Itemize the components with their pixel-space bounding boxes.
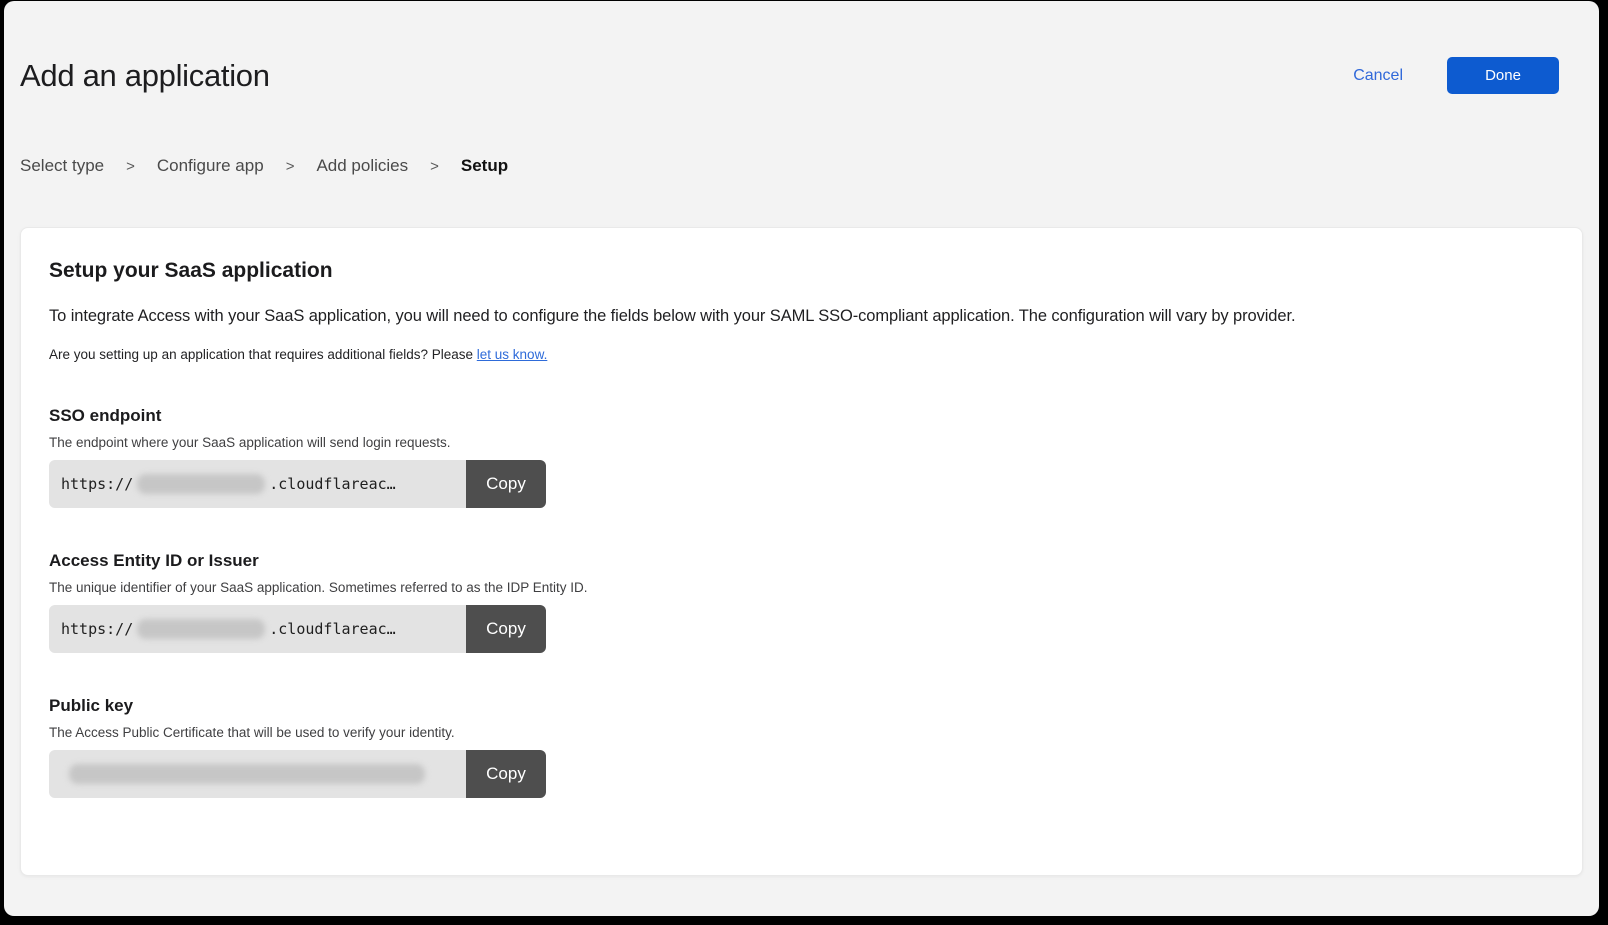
card-heading: Setup your SaaS application [49,259,1554,283]
public-key-value-row: Copy [49,750,546,798]
field-group-entity-id: Access Entity ID or Issuer The unique id… [49,551,1554,653]
sso-endpoint-copy-button[interactable]: Copy [466,460,546,508]
breadcrumb-separator: > [126,158,135,175]
setup-card: Setup your SaaS application To integrate… [20,227,1583,876]
sso-endpoint-value-row: https:// .cloudflareac… Copy [49,460,546,508]
breadcrumb-step-configure-app[interactable]: Configure app [157,156,264,176]
cancel-button[interactable]: Cancel [1353,67,1403,85]
sso-endpoint-value-prefix: https:// [61,475,133,493]
page-title: Add an application [20,58,270,94]
entity-id-copy-button[interactable]: Copy [466,605,546,653]
breadcrumb: Select type > Configure app > Add polici… [4,156,1599,176]
sso-endpoint-value-suffix: .cloudflareac… [269,475,395,493]
page-header: Add an application Cancel Done [4,1,1599,94]
sso-endpoint-value: https:// .cloudflareac… [49,460,466,508]
public-key-description: The Access Public Certificate that will … [49,725,1554,740]
breadcrumb-separator: > [286,158,295,175]
sso-endpoint-label: SSO endpoint [49,406,1554,426]
field-group-public-key: Public key The Access Public Certificate… [49,696,1554,798]
entity-id-label: Access Entity ID or Issuer [49,551,1554,571]
sso-endpoint-description: The endpoint where your SaaS application… [49,435,1554,450]
entity-id-value: https:// .cloudflareac… [49,605,466,653]
entity-id-value-row: https:// .cloudflareac… Copy [49,605,546,653]
card-note: Are you setting up an application that r… [49,347,1554,362]
card-note-text: Are you setting up an application that r… [49,347,477,362]
public-key-copy-button[interactable]: Copy [466,750,546,798]
breadcrumb-separator: > [430,158,439,175]
breadcrumb-step-select-type[interactable]: Select type [20,156,104,176]
done-button[interactable]: Done [1447,57,1559,94]
redacted-text-blob [137,474,265,494]
entity-id-value-suffix: .cloudflareac… [269,620,395,638]
entity-id-description: The unique identifier of your SaaS appli… [49,580,1554,595]
public-key-value [49,750,466,798]
breadcrumb-step-add-policies[interactable]: Add policies [316,156,408,176]
breadcrumb-step-setup-current: Setup [461,156,508,176]
card-description: To integrate Access with your SaaS appli… [49,307,1554,326]
public-key-label: Public key [49,696,1554,716]
entity-id-value-prefix: https:// [61,620,133,638]
app-window: Add an application Cancel Done Select ty… [4,1,1599,916]
header-actions: Cancel Done [1353,57,1559,94]
redacted-text-blob [69,764,425,784]
field-group-sso-endpoint: SSO endpoint The endpoint where your Saa… [49,406,1554,508]
redacted-text-blob [137,619,265,639]
let-us-know-link[interactable]: let us know. [477,347,548,362]
